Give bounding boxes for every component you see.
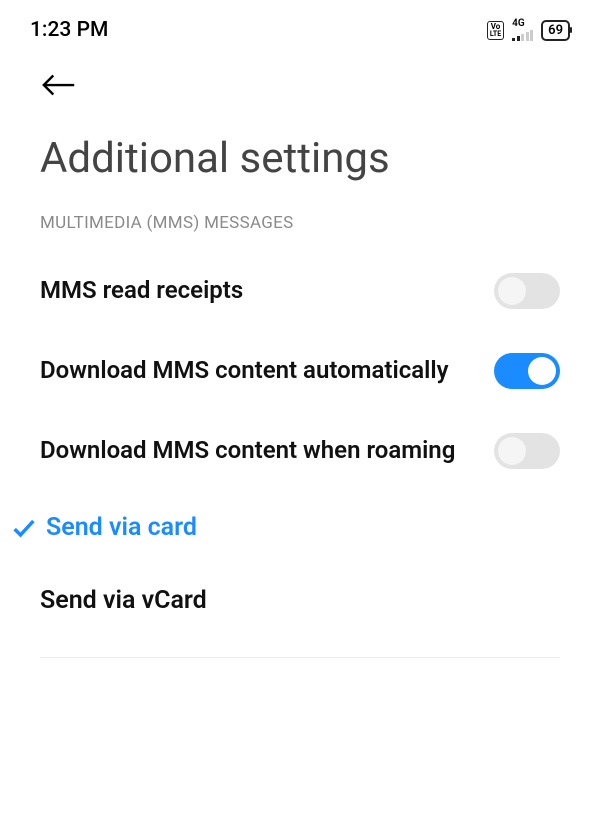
download-mms-auto-toggle[interactable] xyxy=(494,353,560,389)
download-mms-auto-row[interactable]: Download MMS content automatically xyxy=(0,331,600,411)
download-mms-auto-label: Download MMS content automatically xyxy=(40,355,494,386)
back-button[interactable] xyxy=(0,52,600,104)
section-header: MULTIMEDIA (MMS) MESSAGES xyxy=(0,213,600,251)
page-title: Additional settings xyxy=(0,104,600,213)
check-icon xyxy=(10,514,38,542)
send-via-vcard-label: Send via vCard xyxy=(40,586,207,615)
download-mms-roaming-toggle[interactable] xyxy=(494,433,560,469)
download-mms-roaming-row[interactable]: Download MMS content when roaming xyxy=(0,411,600,491)
signal-icon: 4G xyxy=(512,19,533,41)
mms-read-receipts-toggle[interactable] xyxy=(494,273,560,309)
mms-read-receipts-row[interactable]: MMS read receipts xyxy=(0,251,600,331)
download-mms-roaming-label: Download MMS content when roaming xyxy=(40,435,494,466)
divider xyxy=(40,657,560,658)
send-via-vcard-option[interactable]: Send via vCard xyxy=(0,564,600,637)
send-via-card-label: Send via card xyxy=(46,513,197,542)
send-via-card-option[interactable]: Send via card xyxy=(0,491,600,564)
volte-icon: VoLTE xyxy=(487,21,504,40)
mms-read-receipts-label: MMS read receipts xyxy=(40,275,494,306)
status-bar: 1:23 PM VoLTE 4G 69 xyxy=(0,0,600,52)
back-arrow-icon xyxy=(40,70,78,100)
battery-indicator: 69 xyxy=(541,20,570,41)
status-indicators: VoLTE 4G 69 xyxy=(487,19,570,41)
status-time: 1:23 PM xyxy=(30,18,108,42)
